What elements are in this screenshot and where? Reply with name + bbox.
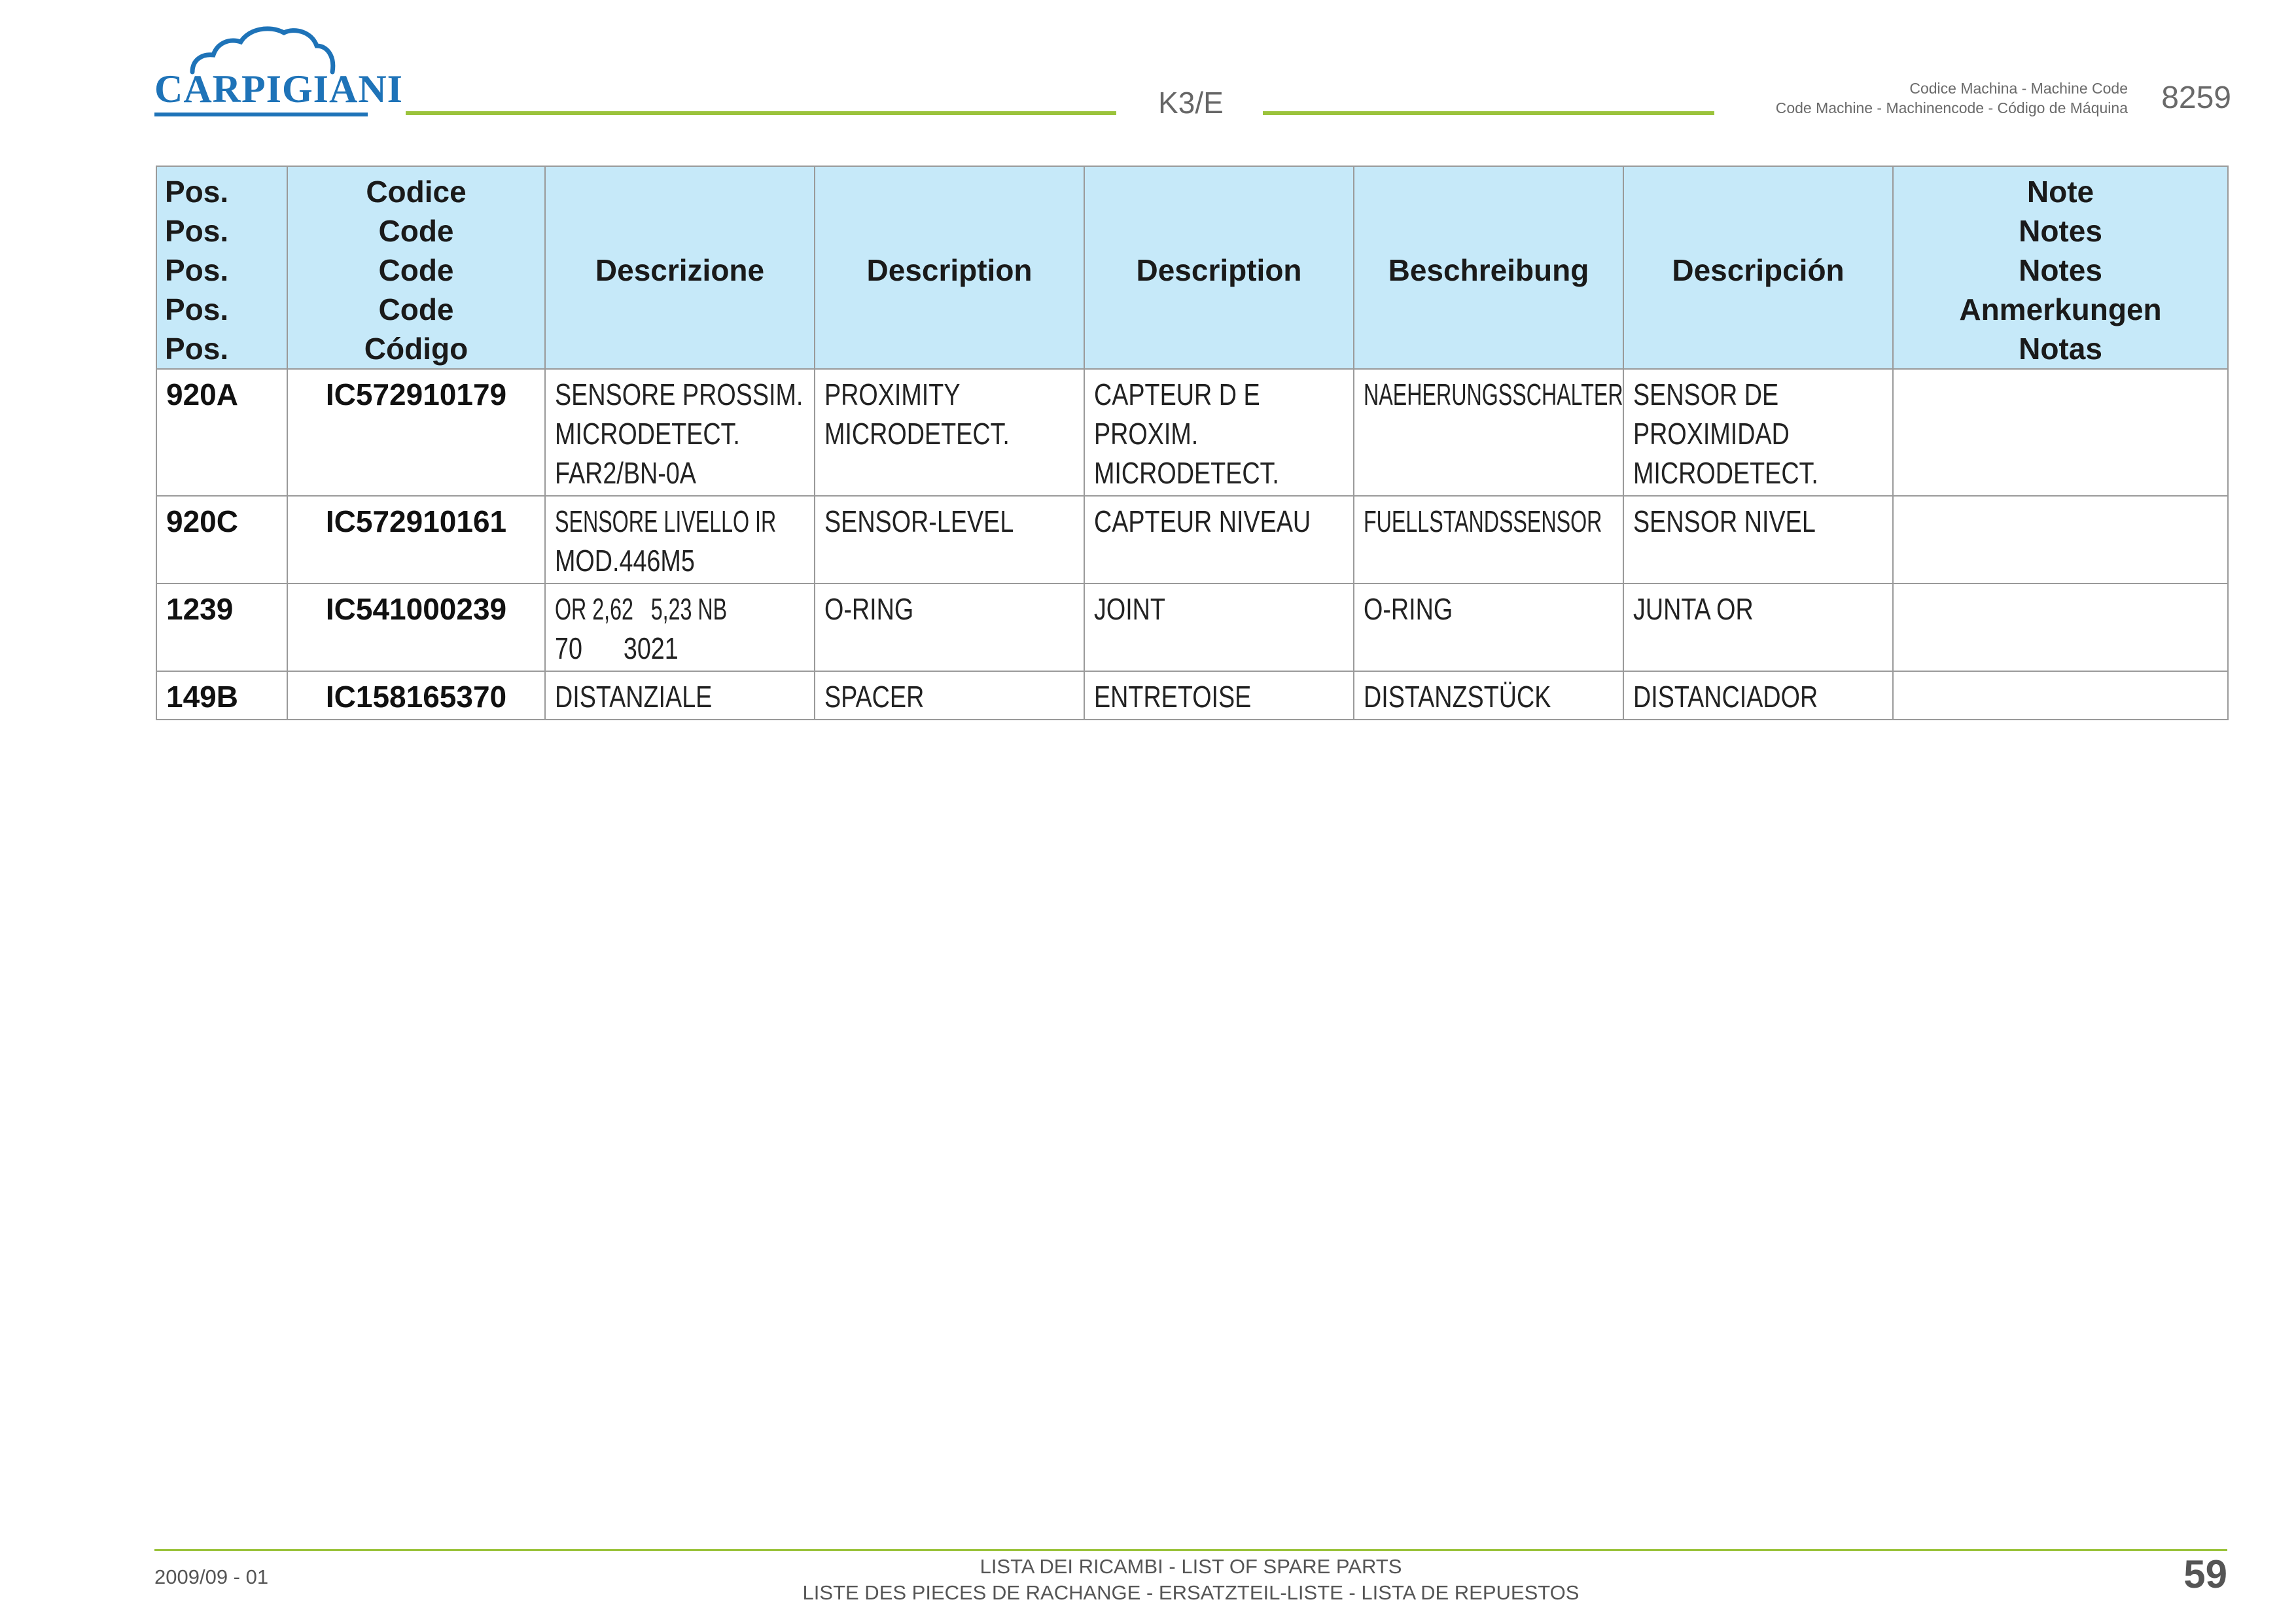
header-rule-left bbox=[406, 111, 1116, 115]
machine-code-labels: Codice Machina - Machine Code Code Machi… bbox=[1604, 79, 2128, 118]
cell-desc-es: JUNTA OR bbox=[1623, 583, 1894, 672]
cell-desc-en: SENSOR-LEVEL bbox=[814, 495, 1085, 584]
desc-line: PROXIMIDAD bbox=[1633, 417, 1790, 451]
desc-line: SENSOR DE bbox=[1633, 377, 1779, 411]
cell-code: IC541000239 bbox=[287, 583, 546, 672]
table-row: 920C IC572910161 SENSORE LIVELLO IR MOD.446… bbox=[156, 495, 2229, 584]
cell-desc-es: SENSOR DE PROXIMIDAD MICRODETECT. bbox=[1623, 368, 1894, 497]
machine-code: 8259 bbox=[2161, 80, 2231, 115]
desc-line: JOINT bbox=[1094, 592, 1165, 626]
desc-line: 70 3021 bbox=[555, 631, 679, 665]
page-number: 59 bbox=[2183, 1552, 2227, 1596]
desc-line: DISTANCIADOR bbox=[1633, 680, 1818, 714]
desc-line: FUELLSTANDSSENSOR bbox=[1364, 504, 1602, 538]
col-header-descripcion: Descripción bbox=[1623, 166, 1894, 370]
desc-line: ENTRETOISE bbox=[1094, 680, 1252, 714]
col-header-code: Codice Code Code Code Código bbox=[287, 166, 546, 370]
cell-desc-de: O-RING bbox=[1353, 583, 1624, 672]
brand-underline bbox=[154, 113, 368, 116]
table-row: 1239 IC541000239 OR 2,62 5,23 NB 70 3021 O-R… bbox=[156, 583, 2229, 672]
cell-desc-it: DISTANZIALE bbox=[544, 671, 815, 720]
desc-line: SENSOR NIVEL bbox=[1633, 504, 1816, 538]
desc-line: SENSOR-LEVEL bbox=[824, 504, 1014, 538]
footer-title: LISTA DEI RICAMBI - LIST OF SPARE PARTS … bbox=[589, 1554, 1793, 1606]
desc-line: O-RING bbox=[1364, 592, 1453, 626]
footer-title-line2: LISTE DES PIECES DE RACHANGE - ERSATZTEI… bbox=[802, 1581, 1580, 1604]
model-name: K3/E bbox=[1158, 86, 1224, 120]
col-header-description-en: Description bbox=[814, 166, 1085, 370]
desc-line: MICRODETECT. bbox=[555, 417, 740, 451]
cell-desc-de: NAEHERUNGSSCHALTER bbox=[1353, 368, 1624, 497]
cell-code: IC572910161 bbox=[287, 495, 546, 584]
cell-desc-fr: JOINT bbox=[1084, 583, 1354, 672]
cell-desc-es: DISTANCIADOR bbox=[1623, 671, 1894, 720]
desc-line: DISTANZSTÜCK bbox=[1364, 680, 1551, 714]
cell-desc-es: SENSOR NIVEL bbox=[1623, 495, 1894, 584]
cell-code: IC572910179 bbox=[287, 368, 546, 497]
cell-desc-it: SENSORE PROSSIM. MICRODETECT. FAR2/BN-0A bbox=[544, 368, 815, 497]
desc-line: PROXIMITY bbox=[824, 377, 961, 411]
desc-line: JUNTA OR bbox=[1633, 592, 1754, 626]
desc-line: CAPTEUR NIVEAU bbox=[1094, 504, 1311, 538]
col-header-beschreibung: Beschreibung bbox=[1353, 166, 1624, 370]
cell-notes bbox=[1892, 671, 2229, 720]
cell-desc-en: SPACER bbox=[814, 671, 1085, 720]
col-header-descrizione: Descrizione bbox=[544, 166, 815, 370]
cell-desc-en: PROXIMITY MICRODETECT. bbox=[814, 368, 1085, 497]
desc-line: SENSORE PROSSIM. bbox=[555, 377, 804, 411]
table-row: 920A IC572910179 SENSORE PROSSIM. MICRODETE… bbox=[156, 368, 2229, 497]
cell-code: IC158165370 bbox=[287, 671, 546, 720]
machine-code-label-line1: Codice Machina - Machine Code bbox=[1909, 80, 2128, 97]
cell-desc-it: SENSORE LIVELLO IR MOD.446M5 bbox=[544, 495, 815, 584]
col-header-description-fr: Description bbox=[1084, 166, 1354, 370]
cell-notes bbox=[1892, 583, 2229, 672]
col-header-pos: Pos. Pos. Pos. Pos. Pos. bbox=[156, 166, 288, 370]
cell-desc-fr: CAPTEUR NIVEAU bbox=[1084, 495, 1354, 584]
col-header-notes: Note Notes Notes Anmerkungen Notas bbox=[1892, 166, 2229, 370]
desc-line: MICRODETECT. bbox=[1094, 456, 1279, 490]
cell-desc-fr: CAPTEUR D E PROXIM. MICRODETECT. bbox=[1084, 368, 1354, 497]
cell-pos: 149B bbox=[156, 671, 288, 720]
desc-line: SENSORE LIVELLO IR bbox=[555, 504, 777, 538]
machine-code-label-line2: Code Machine - Machinencode - Código de … bbox=[1775, 99, 2128, 116]
footer-date: 2009/09 - 01 bbox=[154, 1565, 269, 1588]
desc-line: DISTANZIALE bbox=[555, 680, 713, 714]
desc-line: SPACER bbox=[824, 680, 925, 714]
footer-rule bbox=[154, 1549, 2227, 1551]
cell-desc-en: O-RING bbox=[814, 583, 1085, 672]
desc-line: MICRODETECT. bbox=[824, 417, 1010, 451]
cell-desc-fr: ENTRETOISE bbox=[1084, 671, 1354, 720]
cell-pos: 920A bbox=[156, 368, 288, 497]
cell-pos: 1239 bbox=[156, 583, 288, 672]
cell-desc-de: DISTANZSTÜCK bbox=[1353, 671, 1624, 720]
carpigiani-logo: CARPIGIANI bbox=[154, 24, 404, 122]
desc-line: NAEHERUNGSSCHALTER bbox=[1364, 377, 1623, 411]
cell-pos: 920C bbox=[156, 495, 288, 584]
cell-notes bbox=[1892, 495, 2229, 584]
desc-line: O-RING bbox=[824, 592, 914, 626]
desc-line: OR 2,62 5,23 NB bbox=[555, 592, 728, 626]
table-header-row: Pos. Pos. Pos. Pos. Pos. Codice Code Cod… bbox=[156, 166, 2229, 370]
desc-line: MICRODETECT. bbox=[1633, 456, 1818, 490]
table-row: 149B IC158165370 DISTANZIALE SPACER ENTRETOI… bbox=[156, 671, 2229, 720]
cell-notes bbox=[1892, 368, 2229, 497]
brand-name: CARPIGIANI bbox=[154, 67, 404, 111]
desc-line: CAPTEUR D E bbox=[1094, 377, 1260, 411]
footer-title-line1: LISTA DEI RICAMBI - LIST OF SPARE PARTS bbox=[980, 1555, 1402, 1578]
desc-line: FAR2/BN-0A bbox=[555, 456, 696, 490]
desc-line: PROXIM. bbox=[1094, 417, 1199, 451]
desc-line: MOD.446M5 bbox=[555, 544, 695, 578]
cell-desc-it: OR 2,62 5,23 NB 70 3021 bbox=[544, 583, 815, 672]
cell-desc-de: FUELLSTANDSSENSOR bbox=[1353, 495, 1624, 584]
spare-parts-table: Pos. Pos. Pos. Pos. Pos. Codice Code Cod… bbox=[156, 166, 2229, 720]
